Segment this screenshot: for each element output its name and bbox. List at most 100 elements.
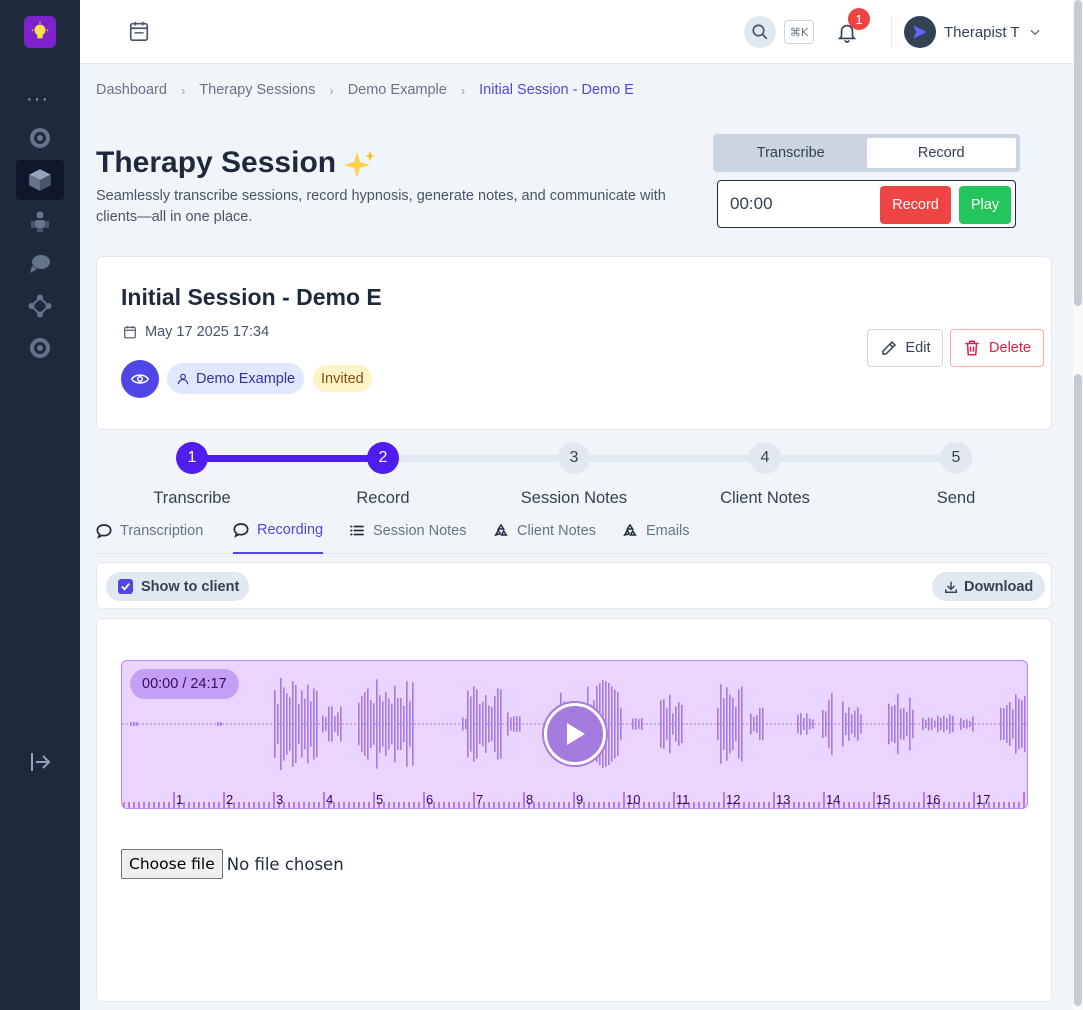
waveform-bar (909, 697, 911, 751)
session-date: May 17 2025 17:34 (123, 324, 269, 340)
timeline-label: 3 (276, 792, 283, 807)
waveform-bar (681, 704, 683, 744)
breadcrumb-client[interactable]: Demo Example (348, 82, 447, 98)
waveform-bar (669, 694, 671, 754)
waveform-bar (723, 698, 725, 750)
breadcrumb-dashboard[interactable]: Dashboard (96, 82, 167, 98)
waveform-bar (949, 714, 951, 734)
waveform-bar (842, 701, 844, 747)
waveform-bar (906, 711, 908, 737)
waveform-bar (897, 693, 899, 755)
waveform-bar (641, 717, 643, 731)
sidebar-item-clients[interactable] (16, 202, 64, 242)
timeline-label: 10 (626, 792, 640, 807)
waveform-bar (1018, 698, 1020, 750)
waveform-bar (286, 693, 288, 755)
waveform-bar (473, 686, 475, 762)
mode-toggle: Transcribe Record (713, 134, 1020, 172)
step-4-label: Client Notes (720, 489, 810, 507)
timeline-label: 13 (776, 792, 790, 807)
sidebar-item-sessions[interactable] (16, 160, 64, 200)
view-as-client-button[interactable] (121, 360, 159, 398)
waveform-bar (931, 717, 933, 731)
more-dots-icon[interactable]: ··· (26, 88, 49, 111)
choose-file-button[interactable]: Choose file (121, 849, 223, 879)
timeline-label: 1 (176, 792, 183, 807)
waveform-bar (385, 692, 387, 756)
waveform-bar (337, 712, 339, 736)
breadcrumb-therapy-sessions[interactable]: Therapy Sessions (199, 82, 315, 98)
timeline-label: 14 (826, 792, 840, 807)
waveform-bar (465, 718, 467, 730)
page-scrollbar[interactable] (1073, 0, 1083, 1010)
list-icon (350, 525, 364, 536)
play-button[interactable]: Play (959, 186, 1011, 224)
waveform-bar (400, 698, 402, 750)
waveform-bar (409, 701, 411, 747)
cube-icon (29, 169, 51, 191)
edit-button[interactable]: Edit (867, 329, 943, 367)
waveform-bar (328, 706, 330, 742)
waveform-play-button[interactable] (544, 703, 606, 765)
waveform-bar (809, 718, 811, 730)
audio-waveform[interactable]: 12345678910111213141516171 00:00 / 24:17 (121, 660, 1028, 809)
waveform-bar (295, 685, 297, 763)
waveform-bar (660, 700, 662, 748)
tab-transcription[interactable]: Transcription (96, 516, 203, 554)
step-3-circle[interactable]: 3 (558, 442, 590, 474)
waveform-bar (1012, 709, 1014, 739)
waveform-bar (1021, 700, 1023, 748)
breadcrumb-current: Initial Session - Demo E (479, 82, 634, 98)
tab-recording[interactable]: Recording (233, 516, 324, 554)
waveform-bar (388, 698, 390, 750)
waveform-bar (741, 686, 743, 762)
waveform-bar (663, 699, 665, 749)
waveform-bar (812, 719, 814, 729)
waveform-bar (500, 689, 502, 759)
waveform-bar (632, 718, 634, 730)
nodes-icon (28, 294, 52, 318)
waveform-bar (903, 708, 905, 740)
step-1-circle[interactable]: 1 (176, 442, 208, 474)
tab-session-notes[interactable]: Session Notes (349, 516, 467, 554)
scrollbar-thumb-upper[interactable] (1074, 0, 1082, 306)
sidebar-item-integrations[interactable] (16, 286, 64, 326)
sidebar-item-settings[interactable] (16, 328, 64, 368)
waveform-bar (462, 717, 464, 731)
waveform-bar (274, 690, 276, 758)
tab-emails[interactable]: Emails (622, 516, 690, 554)
delete-button[interactable]: Delete (950, 329, 1044, 367)
app-logo[interactable] (24, 16, 56, 48)
tab-client-notes[interactable]: Client Notes (493, 516, 596, 554)
scrollbar-thumb[interactable] (1074, 374, 1082, 1006)
calendar-button[interactable] (128, 20, 150, 47)
collapse-sidebar-button[interactable] (16, 742, 64, 782)
show-to-client-toggle[interactable]: Show to client (106, 572, 250, 601)
user-menu[interactable]: Therapist T (904, 16, 1042, 48)
mode-tab-transcribe[interactable]: Transcribe (716, 137, 866, 169)
step-5-circle[interactable]: 5 (940, 442, 972, 474)
step-4-circle[interactable]: 4 (749, 442, 781, 474)
mode-tab-record[interactable]: Record (865, 137, 1017, 169)
waveform-bar (133, 721, 135, 727)
record-button[interactable]: Record (880, 186, 951, 224)
waveform-bar (310, 701, 312, 747)
sidebar-item-messages[interactable] (16, 244, 64, 284)
step-2-label: Record (356, 489, 410, 507)
waveform-bar (334, 716, 336, 732)
waveform-bar (960, 717, 962, 731)
recycle-icon (494, 523, 508, 537)
search-button[interactable] (744, 16, 776, 48)
step-2-circle[interactable]: 2 (367, 442, 399, 474)
client-chip[interactable]: Demo Example (167, 363, 305, 394)
waveform-bar (494, 696, 496, 752)
sidebar-item-dashboard[interactable] (16, 118, 64, 158)
waveform-bar (340, 706, 342, 742)
file-input[interactable]: Choose file No file chosen (121, 849, 344, 879)
waveform-bar (367, 688, 369, 760)
content-tabs: Transcription Recording Session Notes Cl… (96, 516, 1052, 554)
download-button[interactable]: Download (932, 572, 1046, 601)
timeline-label: 12 (726, 792, 740, 807)
waveform-bar (732, 697, 734, 751)
show-to-client-checkbox[interactable] (118, 579, 133, 594)
